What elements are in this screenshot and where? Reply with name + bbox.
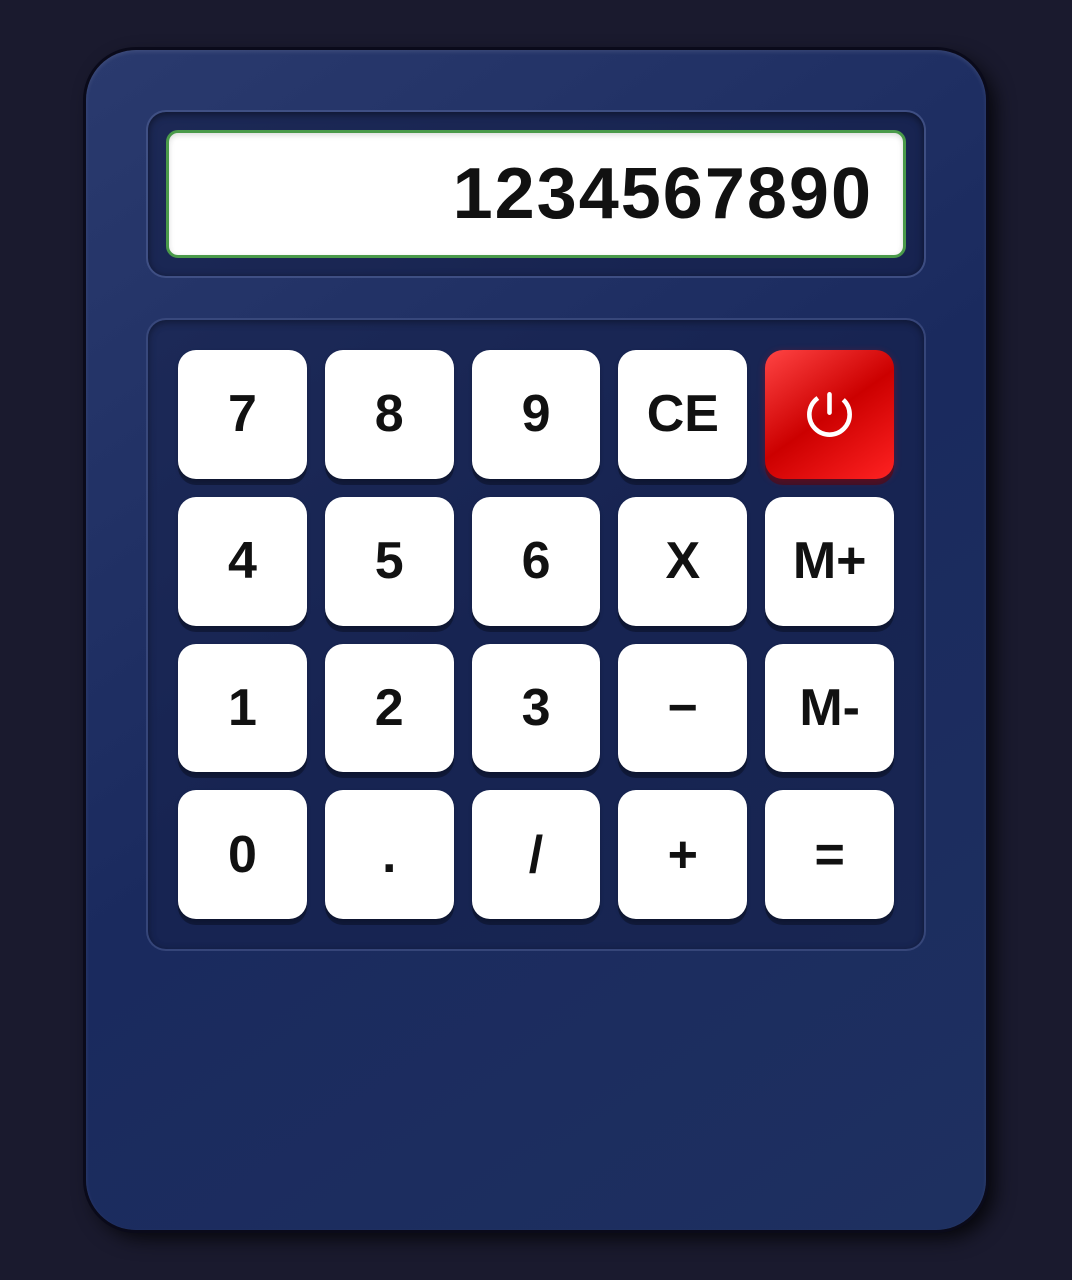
key-1[interactable]: 1 [178, 644, 307, 773]
key-8[interactable]: 8 [325, 350, 454, 479]
key-6[interactable]: 6 [472, 497, 601, 626]
key-4[interactable]: 4 [178, 497, 307, 626]
key-equals[interactable]: = [765, 790, 894, 919]
key-7[interactable]: 7 [178, 350, 307, 479]
key-m-minus[interactable]: M- [765, 644, 894, 773]
calculator: 1234567890 7 8 9 CE 4 5 6 [86, 50, 986, 1230]
key-subtract[interactable]: − [618, 644, 747, 773]
display-screen: 1234567890 [166, 130, 906, 258]
key-divide[interactable]: / [472, 790, 601, 919]
key-9[interactable]: 9 [472, 350, 601, 479]
key-ce[interactable]: CE [618, 350, 747, 479]
key-0[interactable]: 0 [178, 790, 307, 919]
key-decimal[interactable]: . [325, 790, 454, 919]
key-2[interactable]: 2 [325, 644, 454, 773]
keypad: 7 8 9 CE 4 5 6 X M+ [146, 318, 926, 951]
key-3[interactable]: 3 [472, 644, 601, 773]
display-value: 1234567890 [453, 153, 873, 235]
display-container: 1234567890 [146, 110, 926, 278]
key-multiply[interactable]: X [618, 497, 747, 626]
key-power[interactable] [765, 350, 894, 479]
key-m-plus[interactable]: M+ [765, 497, 894, 626]
power-icon [802, 387, 857, 442]
key-add[interactable]: + [618, 790, 747, 919]
key-5[interactable]: 5 [325, 497, 454, 626]
